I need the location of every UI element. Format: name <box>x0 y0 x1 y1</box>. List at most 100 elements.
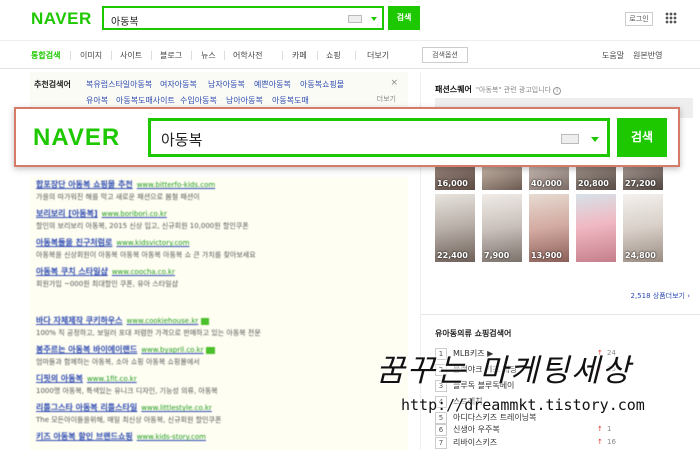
ad-url: www.byapril.co.kr <box>141 346 204 354</box>
close-icon[interactable]: × <box>390 78 398 88</box>
recommended-keyword[interactable]: 예쁜아동복 <box>254 79 291 90</box>
search-box-large[interactable]: 아동복 <box>148 118 610 157</box>
fashion-square-subtitle: "아동복" 관련 광고입니다 <box>475 86 552 94</box>
info-icon[interactable]: i <box>553 87 562 95</box>
search-options-button[interactable]: 검색옵션 <box>422 47 468 63</box>
recommended-keyword[interactable]: 유아복 <box>86 95 108 106</box>
ad-description: The 모든아이들을위해, 매일 최신상 아동복, 신규회원 할인쿠폰 <box>36 416 222 424</box>
naver-logo[interactable]: NAVER <box>31 9 92 29</box>
recommended-keyword[interactable]: 아동복도매사이트 <box>116 95 175 106</box>
product-tile[interactable]: 7,900 <box>482 194 522 262</box>
search-input-large[interactable]: 아동복 <box>161 129 202 150</box>
naver-logo-large[interactable]: NAVER <box>33 124 120 152</box>
ad-item[interactable]: 키즈 아동복 할인 브랜드쇼핑 www.kids-story.com <box>36 431 406 442</box>
search-input[interactable]: 아동복 <box>111 13 139 28</box>
product-tile[interactable] <box>576 194 616 262</box>
apps-grid-icon[interactable] <box>665 12 677 24</box>
recommended-keyword[interactable]: 아동복도매 <box>272 95 309 106</box>
ad-item[interactable]: 보리보리 [아동복] www.boribori.co.kr 할인의 보리보리 아동… <box>36 208 406 231</box>
ad-item[interactable]: 바다 자체제작 쿠키하우스 www.cookiehouse.kr 100% 직 공… <box>36 315 406 338</box>
tab-sites[interactable]: 사이트 <box>120 50 142 61</box>
zoomed-search-bar: NAVER 아동복 검색 <box>14 107 680 167</box>
ad-title[interactable]: 봉주르는 아동복 바이에이랜드 <box>36 345 137 354</box>
recommended-keyword[interactable]: 아동복쇼핑몰 <box>300 79 344 90</box>
ad-url: www.coocha.co.kr <box>111 268 175 276</box>
ad-title[interactable]: 바다 자체제작 쿠키하우스 <box>36 316 123 325</box>
recommended-keyword[interactable]: 남아아동복 <box>226 95 263 106</box>
ad-url: www.kids-story.com <box>136 433 206 441</box>
tab-blog[interactable]: 블로그 <box>160 50 182 61</box>
tab-more[interactable]: 더보기 <box>367 50 389 61</box>
dropdown-arrow-icon[interactable] <box>591 137 599 142</box>
product-tile[interactable]: 22,400 <box>435 194 475 262</box>
recommended-keyword[interactable]: 여자아동복 <box>160 79 197 90</box>
recommended-label: 추천검색어 <box>34 80 71 89</box>
watermark-title: 꿈꾸는 마케팅세상 <box>376 353 633 389</box>
recommended-keyword[interactable]: 복유럽스타일아동복 <box>86 79 152 90</box>
ad-description: 할인의 보리보리 아동복, 2015 신상 입고, 신규회원 10,000원 할… <box>36 222 249 230</box>
ad-item[interactable]: 디핏의 아동복 www.1fit.co.kr 1000명 아동복, 특색있는 유니… <box>36 373 406 396</box>
keyboard-icon[interactable] <box>561 134 579 144</box>
ad-title[interactable]: 보리보리 [아동복] <box>36 209 98 218</box>
ad-url: www.boribori.co.kr <box>101 210 167 218</box>
search-box[interactable]: 아동복 <box>102 6 384 30</box>
ad-title[interactable]: 키즈 아동복 할인 브랜드쇼핑 <box>36 432 133 441</box>
watermark-url: http://dreammkt.tistory.com <box>401 396 645 414</box>
ranking-item[interactable]: 7 리바이스키즈 ↑ 16 <box>435 437 616 449</box>
ad-description: 100% 직 공정하고, 보일러 포대 저렴한 가격으로 판매하고 있는 아동복… <box>36 329 261 337</box>
ranking-item[interactable]: 6 신생아 우주복 ↑ 1 <box>435 424 611 436</box>
recommended-keyword[interactable]: 남자아동복 <box>208 79 245 90</box>
product-price: 22,400 <box>437 251 468 260</box>
ad-description: 회원가입 ~000원 최대할인 쿠폰, 유아 스타일샵 <box>36 280 179 288</box>
ad-badge <box>206 347 215 354</box>
shopping-ranking-title: 유아동의류 쇼핑검색어 <box>435 329 512 338</box>
tab-all[interactable]: 통합검색 <box>31 50 60 61</box>
help-link[interactable]: 도움말 <box>602 50 624 61</box>
naver-search-page: NAVER 아동복 검색 로그인 통합검색 이미지 사이트 블로그 뉴스 어학사… <box>0 0 700 450</box>
tab-images[interactable]: 이미지 <box>80 50 102 61</box>
more-keywords-link[interactable]: 더보기 <box>377 94 396 104</box>
ad-url: www.littlestyle.co.kr <box>141 404 212 412</box>
more-products-link[interactable]: 2,518 상품더보기 › <box>631 291 691 301</box>
top-header: NAVER 아동복 검색 로그인 <box>0 0 700 40</box>
tab-cafe[interactable]: 카페 <box>292 50 307 61</box>
ad-url: www.bitterfo-kids.com <box>136 181 216 189</box>
ad-url: www.1fit.co.kr <box>86 375 137 383</box>
product-tile[interactable]: 13,900 <box>529 194 569 262</box>
ad-title[interactable]: 아동복 쿠치 스타일샵 <box>36 267 108 276</box>
ad-title[interactable]: 리틀그스타 아동복 리틀스타일 <box>36 403 137 412</box>
recommended-keywords: 추천검색어 복유럽스타일아동복 여자아동복 남자아동복 예쁜아동복 아동복쇼핑몰… <box>30 72 408 110</box>
ad-badge <box>201 318 210 325</box>
tab-shopping[interactable]: 쇼핑 <box>326 50 341 61</box>
fashion-square-header: 패션스퀘어 "아동복" 관련 광고입니다 i <box>435 84 562 95</box>
ad-url: www.kidsvictory.com <box>116 239 190 247</box>
product-price: 24,800 <box>625 251 656 260</box>
ad-title[interactable]: 아동복들을 친구처럼로 <box>36 238 112 247</box>
ad-url: www.cookiehouse.kr <box>126 317 199 325</box>
recommended-keyword[interactable]: 수입아동복 <box>180 95 217 106</box>
tab-dictionary[interactable]: 어학사전 <box>233 50 262 61</box>
search-button-large[interactable]: 검색 <box>617 118 667 157</box>
ad-item[interactable]: 합포장단 아동복 쇼핑몰 추천 www.bitterfo-kids.com 가을의… <box>36 179 406 202</box>
original-link[interactable]: 원본반영 <box>633 50 662 61</box>
keyboard-icon[interactable] <box>348 15 362 23</box>
ad-title[interactable]: 디핏의 아동복 <box>36 374 83 383</box>
ad-description: 가을의 따가워진 해를 막고 새로운 패션으로 봄철 패션이 <box>36 193 200 201</box>
product-image[interactable] <box>576 194 616 262</box>
ad-item[interactable]: 아동복 쿠치 스타일샵 www.coocha.co.kr 회원가입 ~000원 최… <box>36 266 406 289</box>
ad-item[interactable]: 리틀그스타 아동복 리틀스타일 www.littlestyle.co.kr The… <box>36 402 406 425</box>
fashion-square-title[interactable]: 패션스퀘어 <box>435 85 472 94</box>
dropdown-arrow-icon[interactable] <box>371 17 377 21</box>
product-price: 13,900 <box>531 251 562 260</box>
product-price: 27,200 <box>625 179 656 188</box>
ad-description: 아동복을 신상회원이 아동복 아동복 아동복 아동복 쇼 큰 가치를 찾아보세요 <box>36 251 256 259</box>
product-tile[interactable]: 24,800 <box>623 194 663 262</box>
ad-item[interactable]: 봉주르는 아동복 바이에이랜드 www.byapril.co.kr 엄마들과 함께… <box>36 344 406 367</box>
search-button[interactable]: 검색 <box>388 6 420 30</box>
ad-item[interactable]: 아동복들을 친구처럼로 www.kidsvictory.com 아동복을 신상회원… <box>36 237 406 260</box>
ad-title[interactable]: 합포장단 아동복 쇼핑몰 추천 <box>36 180 133 189</box>
divider <box>421 314 700 315</box>
tab-news[interactable]: 뉴스 <box>201 50 216 61</box>
login-button[interactable]: 로그인 <box>625 12 653 26</box>
search-tab-nav: 통합검색 이미지 사이트 블로그 뉴스 어학사전 카페 쇼핑 더보기 검색옵션 … <box>0 40 700 69</box>
